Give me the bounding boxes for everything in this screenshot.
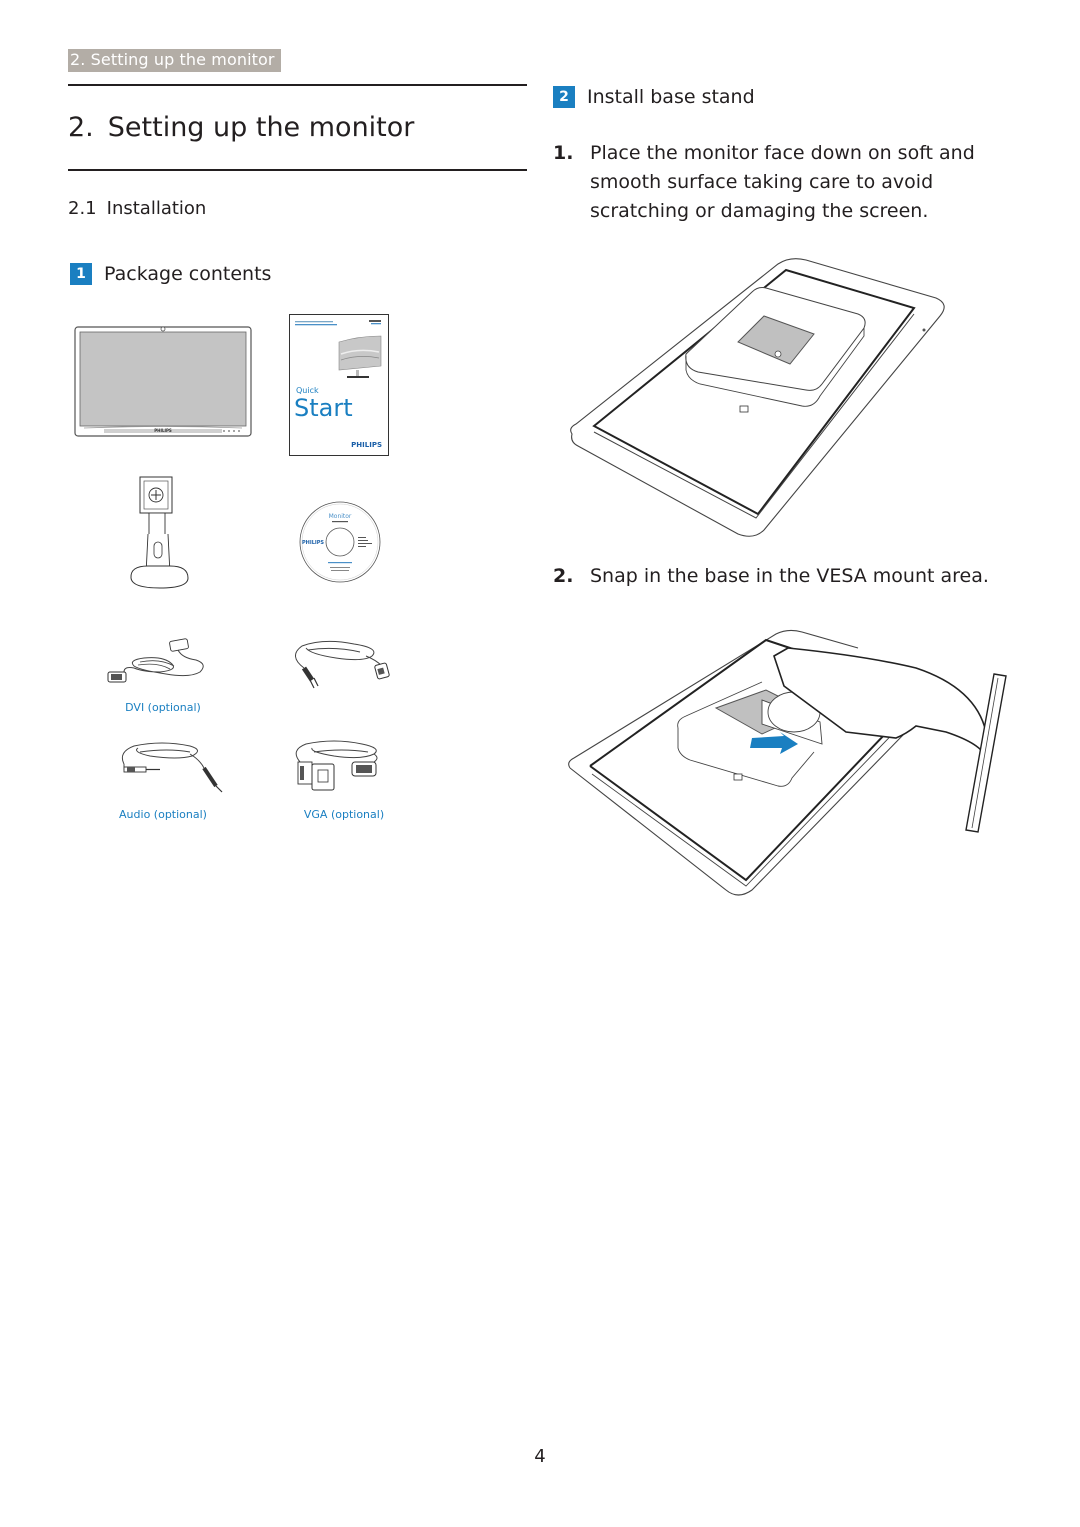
section-title: Setting up the monitor [107, 112, 415, 143]
snap-base-illustration [566, 628, 1012, 900]
install-step-1: 1. Place the monitor face down on soft a… [553, 139, 1023, 226]
install-base-label: Install base stand [587, 86, 755, 108]
section-header-tag: 2. Setting up the monitor [68, 49, 281, 72]
step-number: 1. [553, 142, 574, 164]
vga-caption: VGA (optional) [303, 808, 385, 821]
install-step-2: 2. Snap in the base in the VESA mount ar… [553, 562, 1023, 591]
subsection-heading: 2.1 Installation [68, 196, 206, 222]
install-base-heading: 2 Install base stand [553, 83, 755, 111]
monitor-face-down-illustration [568, 256, 952, 538]
cd-brand: PHILIPS [302, 540, 324, 546]
section-number: 2. [68, 112, 94, 143]
page-title: 2. Setting up the monitor [68, 108, 414, 148]
cd-title: Monitor [329, 513, 352, 520]
dvi-caption: DVI (optional) [125, 701, 201, 714]
step-text: Snap in the base in the VESA mount area. [590, 565, 989, 587]
subsection-title: Installation [106, 198, 207, 219]
base-stand-illustration [126, 474, 206, 592]
audio-cable-illustration [118, 740, 230, 794]
monitor-illustration: PHILIPS [74, 324, 252, 438]
vga-cable-illustration [290, 738, 388, 796]
step-badge-2: 2 [553, 86, 575, 108]
cd-illustration: Monitor PHILIPS [298, 500, 382, 584]
divider-top [68, 84, 527, 86]
audio-caption: Audio (optional) [119, 808, 207, 821]
quick-start-guide-illustration: Quick Start PHILIPS [289, 314, 389, 456]
divider-bottom [68, 169, 527, 171]
step-badge-1: 1 [70, 263, 92, 285]
guide-start-label: Start [294, 394, 353, 422]
monitor-brand: PHILIPS [154, 428, 172, 433]
dvi-cable-illustration [104, 636, 210, 688]
package-contents-heading: 1 Package contents [70, 260, 271, 288]
subsection-number: 2.1 [68, 198, 97, 219]
package-contents-label: Package contents [104, 263, 272, 285]
page-number: 4 [534, 1446, 546, 1467]
step-number: 2. [553, 565, 574, 587]
guide-brand: PHILIPS [351, 441, 382, 449]
power-cable-illustration [284, 636, 394, 692]
step-text: Place the monitor face down on soft and … [590, 142, 975, 222]
